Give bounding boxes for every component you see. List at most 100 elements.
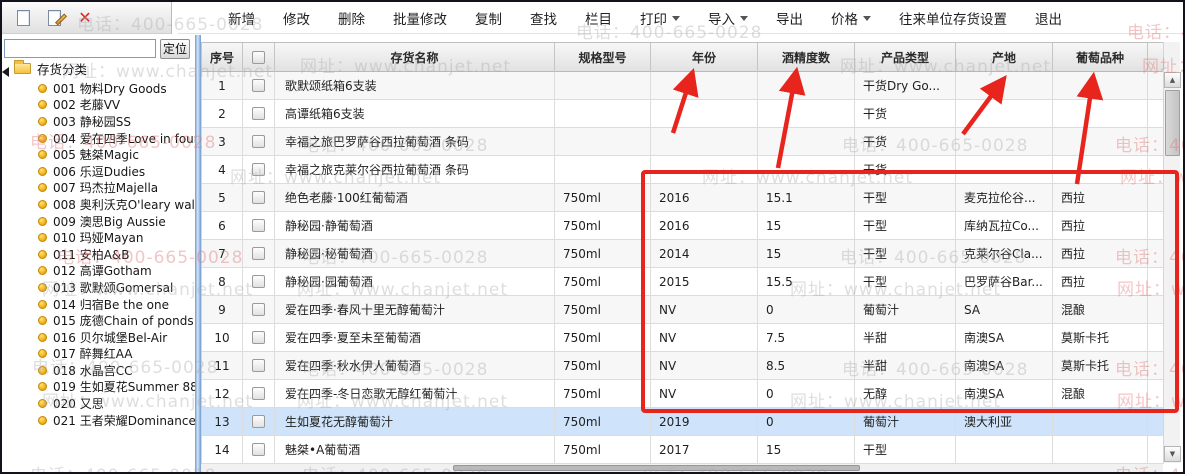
row-checkbox[interactable]: [252, 79, 265, 92]
scroll-down-button[interactable]: ▼: [1164, 446, 1181, 462]
sidebar-category-item[interactable]: 017 醉舞红AA: [2, 346, 195, 363]
edit-icon[interactable]: [45, 9, 67, 27]
horizontal-scroll-thumb[interactable]: [453, 465, 860, 471]
sidebar-category-item[interactable]: 012 高谭Gotham: [2, 263, 195, 280]
menu-item[interactable]: 批量修改: [385, 5, 455, 31]
sidebar-category-item[interactable]: 005 魅桀Magic: [2, 146, 195, 163]
cell-origin: [956, 128, 1053, 156]
cell-spec: [555, 72, 651, 100]
sidebar-category-item[interactable]: 014 归宿Be the one: [2, 296, 195, 313]
tree-expander-icon[interactable]: [2, 67, 9, 77]
table-row[interactable]: 4 幸福之旅克莱尔谷西拉葡萄酒 条码 干货: [202, 156, 1164, 184]
sidebar-category-item[interactable]: 003 静秘园SS: [2, 113, 195, 130]
column-header-grape[interactable]: 葡萄品种: [1053, 43, 1148, 72]
table-row[interactable]: 9 爱在四季·春风十里无醇葡萄汁 750ml NV 0 葡萄汁 SA 混酿: [202, 296, 1164, 324]
column-header-year[interactable]: 年份: [651, 43, 758, 72]
column-header-origin[interactable]: 产地: [956, 43, 1053, 72]
table-row[interactable]: 12 爱在四季-冬日恋歌无醇红葡萄汁 750ml NV 0 无醇 南澳SA 混酿: [202, 380, 1164, 408]
menu-item[interactable]: 往来单位存货设置: [891, 5, 1015, 31]
menu-item[interactable]: 新增: [220, 5, 263, 31]
menu-item[interactable]: 退出: [1027, 5, 1070, 31]
sidebar-category-item[interactable]: 009 澳思Big Aussie: [2, 213, 195, 230]
row-checkbox[interactable]: [252, 387, 265, 400]
column-header-spec[interactable]: 规格型号: [555, 43, 651, 72]
horizontal-scrollbar[interactable]: [201, 464, 1163, 472]
cell-select: [243, 128, 275, 156]
menu-item[interactable]: 复制: [467, 5, 510, 31]
sidebar-category-item[interactable]: 021 王者荣耀Dominance: [2, 412, 195, 429]
menu-item[interactable]: 查找: [522, 5, 565, 31]
column-header-seq[interactable]: 序号: [202, 43, 243, 72]
menu-item[interactable]: 打印: [632, 5, 688, 31]
menu-item[interactable]: 栏目: [577, 5, 620, 31]
new-document-icon[interactable]: [14, 9, 32, 27]
table-row[interactable]: 8 静秘园·园葡萄酒 750ml 2015 15.5 干型 巴罗萨谷Bar...…: [202, 268, 1164, 296]
select-all-checkbox[interactable]: [252, 50, 265, 64]
table-row[interactable]: 14 魅桀•A葡萄酒 750ml 2017 15 干型: [202, 436, 1164, 464]
cell-select: [243, 380, 275, 408]
sidebar-category-item[interactable]: 013 歌默颂Gomersal: [2, 279, 195, 296]
cell-origin: 库纳瓦拉Co...: [956, 212, 1053, 240]
row-checkbox[interactable]: [252, 219, 265, 232]
row-checkbox[interactable]: [252, 359, 265, 372]
row-checkbox[interactable]: [252, 247, 265, 260]
table-row[interactable]: 11 爱在四季·秋水伊人葡萄酒 750ml NV 8.5 半甜 南澳SA 莫斯卡…: [202, 352, 1164, 380]
row-checkbox[interactable]: [252, 443, 265, 456]
menu-item[interactable]: 导出: [768, 5, 811, 31]
table-row[interactable]: 3 幸福之旅巴罗萨谷西拉葡萄酒 条码 干货: [202, 128, 1164, 156]
cell-alcohol: [758, 100, 855, 128]
category-search-input[interactable]: [4, 39, 156, 58]
sidebar-category-item[interactable]: 002 老藤VV: [2, 97, 195, 114]
row-checkbox[interactable]: [252, 107, 265, 120]
cell-origin: [956, 436, 1053, 464]
delete-x-icon[interactable]: ✕: [76, 9, 94, 27]
sidebar-category-item[interactable]: 019 生如夏花Summer 88 ju: [2, 379, 195, 396]
table-row[interactable]: 5 绝色老藤·100红葡萄酒 750ml 2016 15.1 干型 麦克拉伦谷.…: [202, 184, 1164, 212]
menu-item[interactable]: 导入: [700, 5, 756, 31]
sidebar-category-item[interactable]: 004 爱在四季Love in four s: [2, 130, 195, 147]
column-header-type[interactable]: 产品类型: [855, 43, 956, 72]
menu-item[interactable]: 价格: [823, 5, 879, 31]
cell-alcohol: 7.5: [758, 324, 855, 352]
table-row[interactable]: 6 静秘园·静葡萄酒 750ml 2016 15 干型 库纳瓦拉Co... 西拉: [202, 212, 1164, 240]
sidebar-category-item[interactable]: 016 贝尔城堡Bel-Air: [2, 329, 195, 346]
locate-button[interactable]: 定位: [160, 39, 190, 59]
menu-item[interactable]: 删除: [330, 5, 373, 31]
sidebar-category-item[interactable]: 006 乐逗Dudies: [2, 163, 195, 180]
cell-spec: 750ml: [555, 324, 651, 352]
column-header-alcohol[interactable]: 酒精度数: [758, 43, 855, 72]
sidebar-category-item[interactable]: 018 水晶宫CC: [2, 362, 195, 379]
sidebar-category-item[interactable]: 020 又思: [2, 395, 195, 412]
menu-item-label: 退出: [1035, 11, 1062, 28]
row-checkbox[interactable]: [252, 303, 265, 316]
menu-item[interactable]: 修改: [275, 5, 318, 31]
cell-select: [243, 408, 275, 436]
row-checkbox[interactable]: [252, 415, 265, 428]
row-checkbox[interactable]: [252, 163, 265, 176]
sidebar-category-item[interactable]: 015 庞德Chain of ponds: [2, 312, 195, 329]
table-row[interactable]: 7 静秘园·秘葡萄酒 750ml 2014 15 干型 克莱尔谷Cla... 西…: [202, 240, 1164, 268]
table-row[interactable]: 13 生如夏花无醇葡萄汁 750ml 2019 0 葡萄汁 澳大利亚: [202, 408, 1164, 436]
table-row[interactable]: 2 高谭纸箱6支装 干货: [202, 100, 1164, 128]
row-checkbox[interactable]: [252, 191, 265, 204]
sidebar-category-item[interactable]: 007 玛杰拉Majella: [2, 180, 195, 197]
table-row[interactable]: 10 爱在四季·夏至未至葡萄酒 750ml NV 7.5 半甜 南澳SA 莫斯卡…: [202, 324, 1164, 352]
row-checkbox[interactable]: [252, 135, 265, 148]
table-row[interactable]: 1 歌默颂纸箱6支装 干货Dry Go...: [202, 72, 1164, 100]
vertical-scroll-thumb[interactable]: [1165, 90, 1180, 156]
tree-root-category[interactable]: 存货分类: [2, 58, 195, 78]
vertical-scrollbar[interactable]: ▲ ▼: [1163, 42, 1181, 463]
sidebar-category-item[interactable]: 008 奥利沃克O'leary walke: [2, 196, 195, 213]
sidebar-category-item[interactable]: 011 安柏A&B: [2, 246, 195, 263]
cell-type: 干型: [855, 436, 956, 464]
menu-item-label: 打印: [640, 11, 667, 28]
category-item-label: 003 静秘园SS: [53, 114, 131, 129]
row-checkbox[interactable]: [252, 275, 265, 288]
table-header-row: 序号 存货名称 规格型号 年份 酒精度数 产品类型 产地 葡萄品种: [201, 42, 1164, 72]
sidebar-category-item[interactable]: 001 物料Dry Goods: [2, 80, 195, 97]
row-checkbox[interactable]: [252, 331, 265, 344]
column-header-name[interactable]: 存货名称: [275, 43, 555, 72]
scroll-up-button[interactable]: ▲: [1164, 72, 1181, 88]
sidebar-category-item[interactable]: 010 玛娅Mayan: [2, 229, 195, 246]
cell-grape: [1053, 156, 1148, 184]
